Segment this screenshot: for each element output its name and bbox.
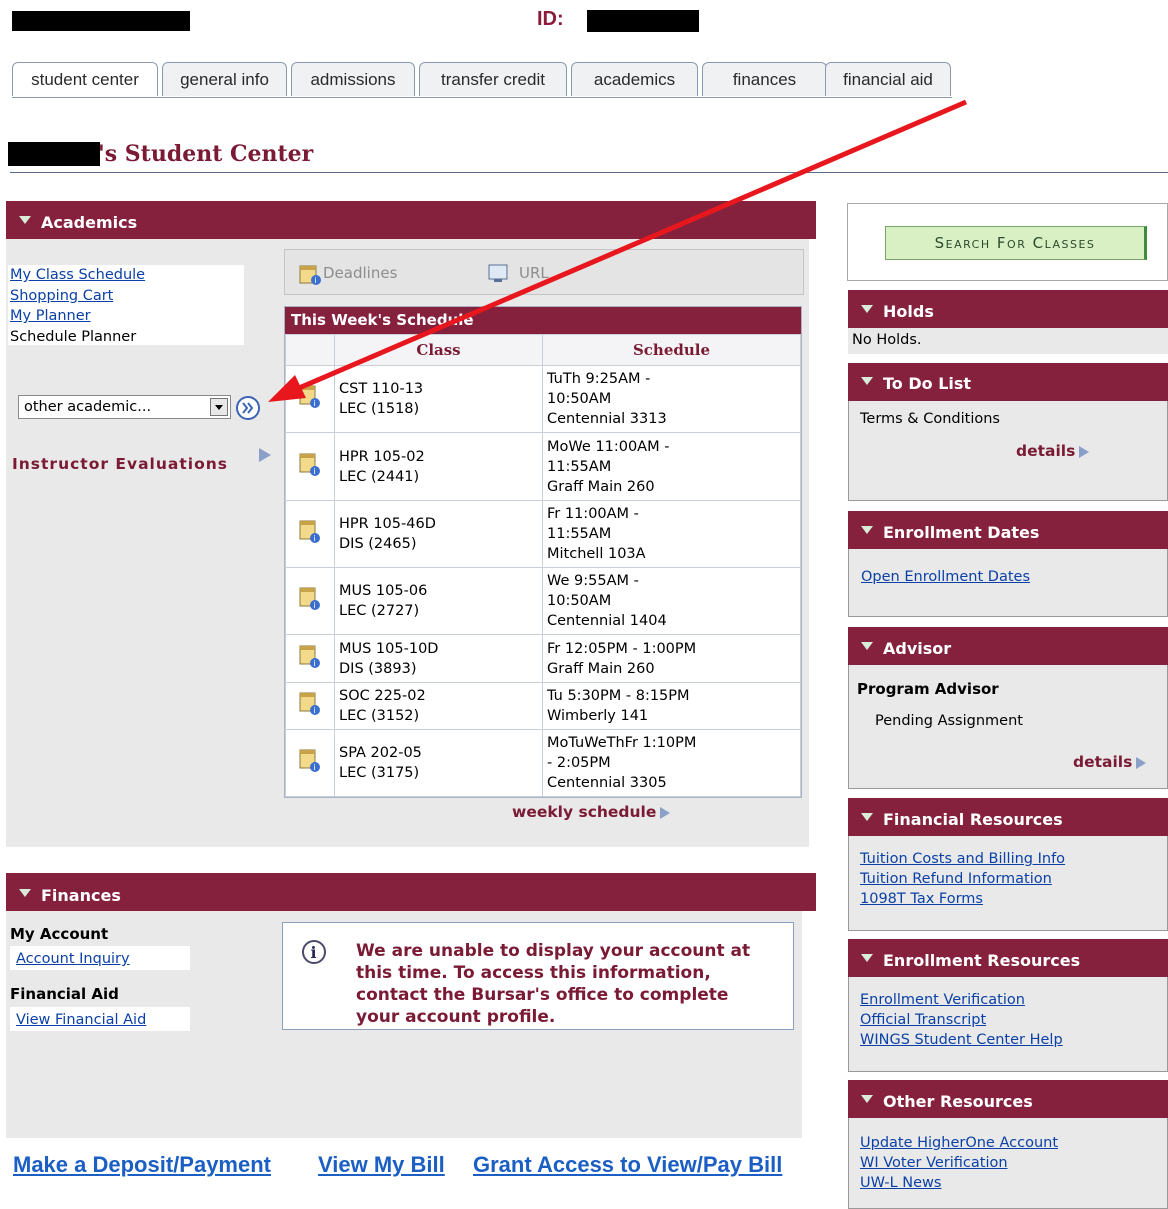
annotation-arrow — [268, 99, 967, 402]
